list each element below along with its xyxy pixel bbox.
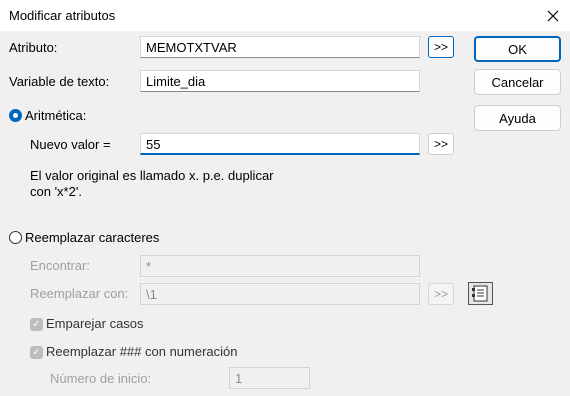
find-field[interactable]: * [140, 255, 420, 277]
find-label: Encontrar: [30, 258, 90, 273]
attribute-label: Atributo: [9, 40, 58, 55]
hint-line-2: con 'x*2'. [30, 184, 82, 199]
replace-with-field[interactable]: \1 [140, 283, 420, 305]
new-value-pick-button[interactable]: >> [428, 133, 454, 155]
help-button[interactable]: Ayuda [474, 105, 561, 131]
cancel-button[interactable]: Cancelar [474, 69, 561, 95]
replace-radio[interactable] [9, 231, 22, 244]
list-editor-icon [472, 285, 488, 302]
start-number-field[interactable]: 1 [229, 367, 310, 389]
attribute-field[interactable]: MEMOTXTVAR [140, 36, 420, 58]
close-button[interactable] [535, 0, 570, 31]
replace-pick-button[interactable]: >> [428, 283, 454, 305]
list-editor-button[interactable] [468, 282, 493, 305]
title-bar: Modificar atributos [0, 0, 570, 31]
dialog-title: Modificar atributos [9, 8, 116, 23]
replace-with-label: Reemplazar con: [30, 286, 129, 301]
ok-button[interactable]: OK [474, 36, 561, 62]
arithmetic-radio[interactable] [9, 109, 22, 122]
arithmetic-label: Aritmética: [25, 108, 87, 123]
hint-line-1: El valor original es llamado x. p.e. dup… [30, 168, 274, 183]
text-variable-field[interactable]: Limite_dia [140, 70, 420, 92]
close-icon [547, 10, 558, 21]
new-value-field[interactable]: 55 [140, 133, 420, 155]
attribute-pick-button[interactable]: >> [428, 36, 454, 58]
match-case-checkbox[interactable]: ✓ [30, 318, 43, 331]
numbering-label: Reemplazar ### con numeración [46, 344, 238, 359]
match-case-label: Emparejar casos [46, 316, 144, 331]
replace-label: Reemplazar caracteres [25, 230, 160, 245]
new-value-label: Nuevo valor = [30, 137, 111, 152]
start-number-label: Número de inicio: [50, 371, 152, 386]
numbering-checkbox[interactable]: ✓ [30, 346, 43, 359]
text-variable-label: Variable de texto: [9, 74, 110, 89]
